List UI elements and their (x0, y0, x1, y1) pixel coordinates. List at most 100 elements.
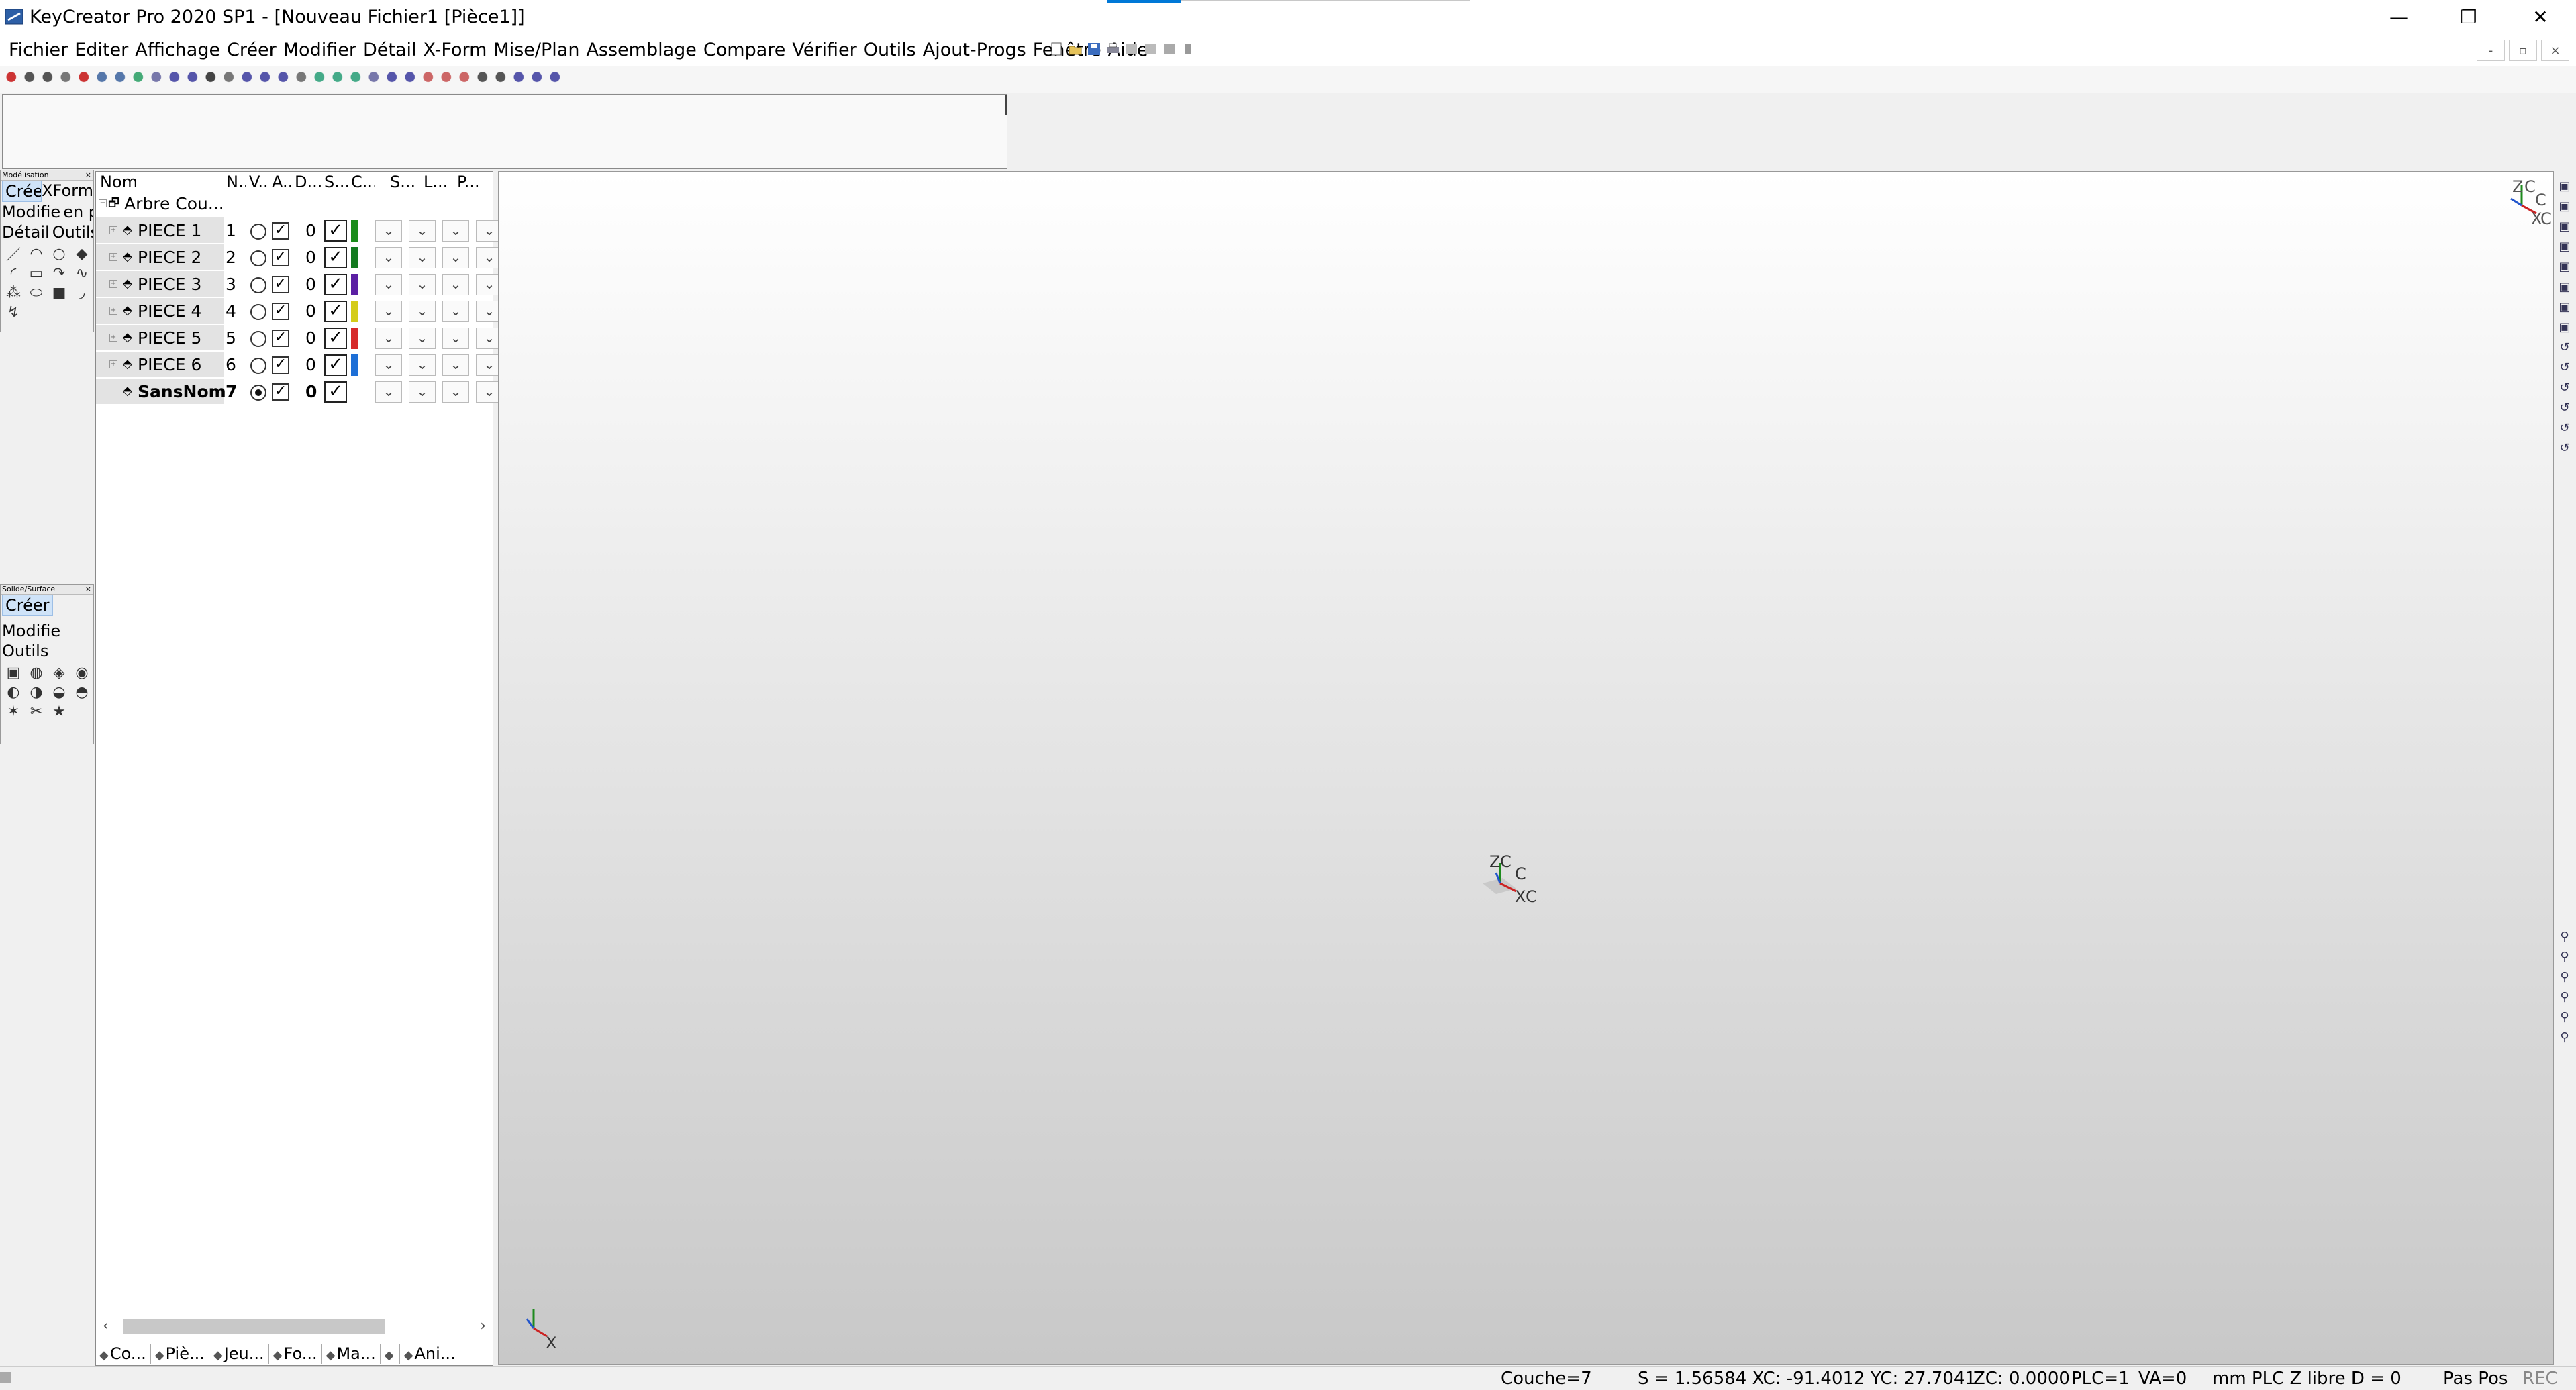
active-part-radio[interactable] (250, 224, 266, 240)
mdi-close-button[interactable]: × (2541, 40, 2569, 61)
tab-solide-outils[interactable]: Outils (1, 641, 93, 661)
star-icon[interactable]: ★ (50, 703, 68, 720)
tab-creer[interactable]: Créer (2, 181, 42, 202)
column-dropdown[interactable]: ⌄ (409, 354, 436, 376)
menu-verifier[interactable]: Vérifier (789, 40, 860, 60)
tree-expand-icon[interactable]: + (109, 253, 117, 261)
chamfer-icon[interactable]: ◓ (73, 683, 91, 701)
mdi-restore-button[interactable]: ▫ (2509, 40, 2537, 61)
sweep-icon[interactable]: ◈ (50, 664, 68, 681)
tree-tab-4[interactable]: ◆Ma... (322, 1344, 381, 1364)
selectable-checkbox[interactable]: ✓ (324, 220, 347, 242)
col-nom[interactable]: Nom (100, 172, 221, 192)
point-icon[interactable]: ◆ (73, 245, 91, 262)
col-d[interactable]: D... (295, 172, 321, 192)
minimize-button[interactable]: — (2367, 0, 2431, 34)
view-top-icon[interactable] (295, 70, 310, 87)
column-dropdown[interactable]: ⌄ (375, 328, 402, 349)
wire-icon[interactable] (332, 70, 346, 87)
tree-tab-6[interactable]: ◆Ani... (400, 1344, 460, 1364)
visible-checkbox[interactable]: ✓ (272, 330, 289, 347)
tree-expand-icon[interactable]: + (109, 360, 117, 368)
tab-outils[interactable]: Outils (52, 222, 93, 242)
tree-row[interactable]: + ⬘ PIECE 1 1 ✓ 0 ✓ ⌄ ⌄ ⌄ ⌄ (96, 217, 503, 244)
line-dim-icon[interactable] (23, 70, 38, 87)
tree-row[interactable]: + ⬘ PIECE 5 5 ✓ 0 ✓ ⌄ ⌄ ⌄ ⌄ (96, 325, 503, 352)
column-dropdown[interactable]: ⌄ (409, 328, 436, 349)
palette-close-icon[interactable]: × (85, 170, 91, 180)
menu-detail[interactable]: Détail (360, 40, 420, 60)
column-dropdown[interactable]: ⌄ (375, 247, 402, 268)
snap-icon[interactable] (440, 70, 455, 87)
tree-row[interactable]: + ⬘ PIECE 6 6 ✓ 0 ✓ ⌄ ⌄ ⌄ ⌄ (96, 352, 503, 379)
open-file-icon[interactable] (1067, 41, 1083, 57)
layer-icon[interactable] (60, 70, 75, 87)
redo-icon[interactable] (1142, 41, 1158, 57)
rotate-icon[interactable] (132, 70, 147, 87)
part-color-swatch[interactable] (351, 328, 358, 349)
active-part-radio[interactable] (250, 277, 266, 293)
tree-row[interactable]: + ⬘ PIECE 3 3 ✓ 0 ✓ ⌄ ⌄ ⌄ ⌄ (96, 271, 503, 298)
view-trimetric-icon[interactable]: ↺ (2557, 340, 2572, 355)
palette-solide-close-icon[interactable]: × (85, 585, 91, 594)
zoom-in-icon[interactable]: ⚲ (2557, 950, 2572, 964)
visible-checkbox[interactable]: ✓ (272, 222, 289, 240)
column-dropdown[interactable]: ⌄ (375, 301, 402, 322)
offset-icon[interactable]: ↯ (5, 303, 22, 321)
menu-affichage[interactable]: Affichage (132, 40, 224, 60)
visible-checkbox[interactable]: ✓ (272, 303, 289, 320)
sphere-icon[interactable] (78, 70, 93, 87)
tree-collapse-icon[interactable]: − (99, 199, 107, 207)
col-s2[interactable]: S... (390, 172, 414, 192)
blend-icon[interactable]: ◑ (28, 683, 45, 701)
tree-horizontal-scrollbar[interactable]: ‹ › (101, 1316, 487, 1336)
status-pas-pos[interactable]: Pas Pos (2443, 1369, 2508, 1389)
menu-editer[interactable]: Editer (71, 40, 132, 60)
status-mode[interactable]: mm PLC Z libre D = 0 (2212, 1369, 2401, 1389)
restore-button[interactable]: ❐ (2436, 0, 2501, 34)
settings-icon[interactable] (549, 70, 564, 87)
column-dropdown[interactable]: ⌄ (442, 220, 469, 242)
visible-checkbox[interactable]: ✓ (272, 356, 289, 374)
column-dropdown[interactable]: ⌄ (375, 354, 402, 376)
status-plc[interactable]: PLC=1 (2071, 1369, 2130, 1389)
hidden-icon[interactable] (350, 70, 364, 87)
visible-checkbox[interactable]: ✓ (272, 383, 289, 401)
help-icon[interactable] (513, 70, 528, 87)
column-dropdown[interactable]: ⌄ (409, 301, 436, 322)
boolean-icon[interactable]: ✶ (5, 703, 22, 720)
tree-expand-icon[interactable]: + (109, 334, 117, 342)
column-dropdown[interactable]: ⌄ (375, 274, 402, 295)
hide-icon[interactable] (114, 70, 129, 87)
undo-icon[interactable] (1124, 41, 1140, 57)
menu-modifier[interactable]: Modifier (280, 40, 360, 60)
column-dropdown[interactable]: ⌄ (375, 220, 402, 242)
visible-checkbox[interactable]: ✓ (272, 249, 289, 266)
col-l[interactable]: L... (424, 172, 448, 192)
column-dropdown[interactable]: ⌄ (442, 381, 469, 403)
active-part-radio[interactable] (250, 358, 266, 374)
view-rotate-z-icon[interactable]: ↺ (2557, 441, 2572, 456)
tree-tab-1[interactable]: ◆Piè... (151, 1344, 209, 1364)
tree-tab-2[interactable]: ◆Jeu... (209, 1344, 269, 1364)
scroll-right-icon[interactable]: › (480, 1318, 486, 1334)
close-button[interactable]: ✕ (2508, 0, 2573, 34)
selectable-checkbox[interactable]: ✓ (324, 274, 347, 295)
tree-row[interactable]: + ⬘ PIECE 2 2 ✓ 0 ✓ ⌄ ⌄ ⌄ ⌄ (96, 244, 503, 271)
mdi-minimize-button[interactable]: - (2477, 40, 2505, 61)
selectable-checkbox[interactable]: ✓ (324, 381, 347, 403)
conic-icon[interactable]: ◞ (73, 284, 91, 301)
col-a[interactable]: A... (272, 172, 292, 192)
view-left-icon[interactable]: ▣ (2557, 260, 2572, 275)
tab-xform[interactable]: XForm (42, 181, 93, 202)
active-part-radio[interactable] (250, 304, 266, 320)
layout-icon[interactable] (1161, 41, 1177, 57)
rectangle-icon[interactable]: ▭ (28, 264, 45, 282)
more-icon[interactable] (1180, 41, 1196, 57)
tree-expand-icon[interactable]: + (109, 226, 117, 234)
column-dropdown[interactable]: ⌄ (442, 247, 469, 268)
tree-row[interactable]: + ⬘ PIECE 4 4 ✓ 0 ✓ ⌄ ⌄ ⌄ ⌄ (96, 298, 503, 325)
tree-tab-3[interactable]: ◆Fo... (269, 1344, 322, 1364)
tree-row[interactable]: ⬘ SansNom 7 ✓ 0 ✓ ⌄ ⌄ ⌄ ⌄ (96, 379, 503, 405)
3d-viewport[interactable]: Z C C X C Z C C X C X (498, 171, 2554, 1365)
